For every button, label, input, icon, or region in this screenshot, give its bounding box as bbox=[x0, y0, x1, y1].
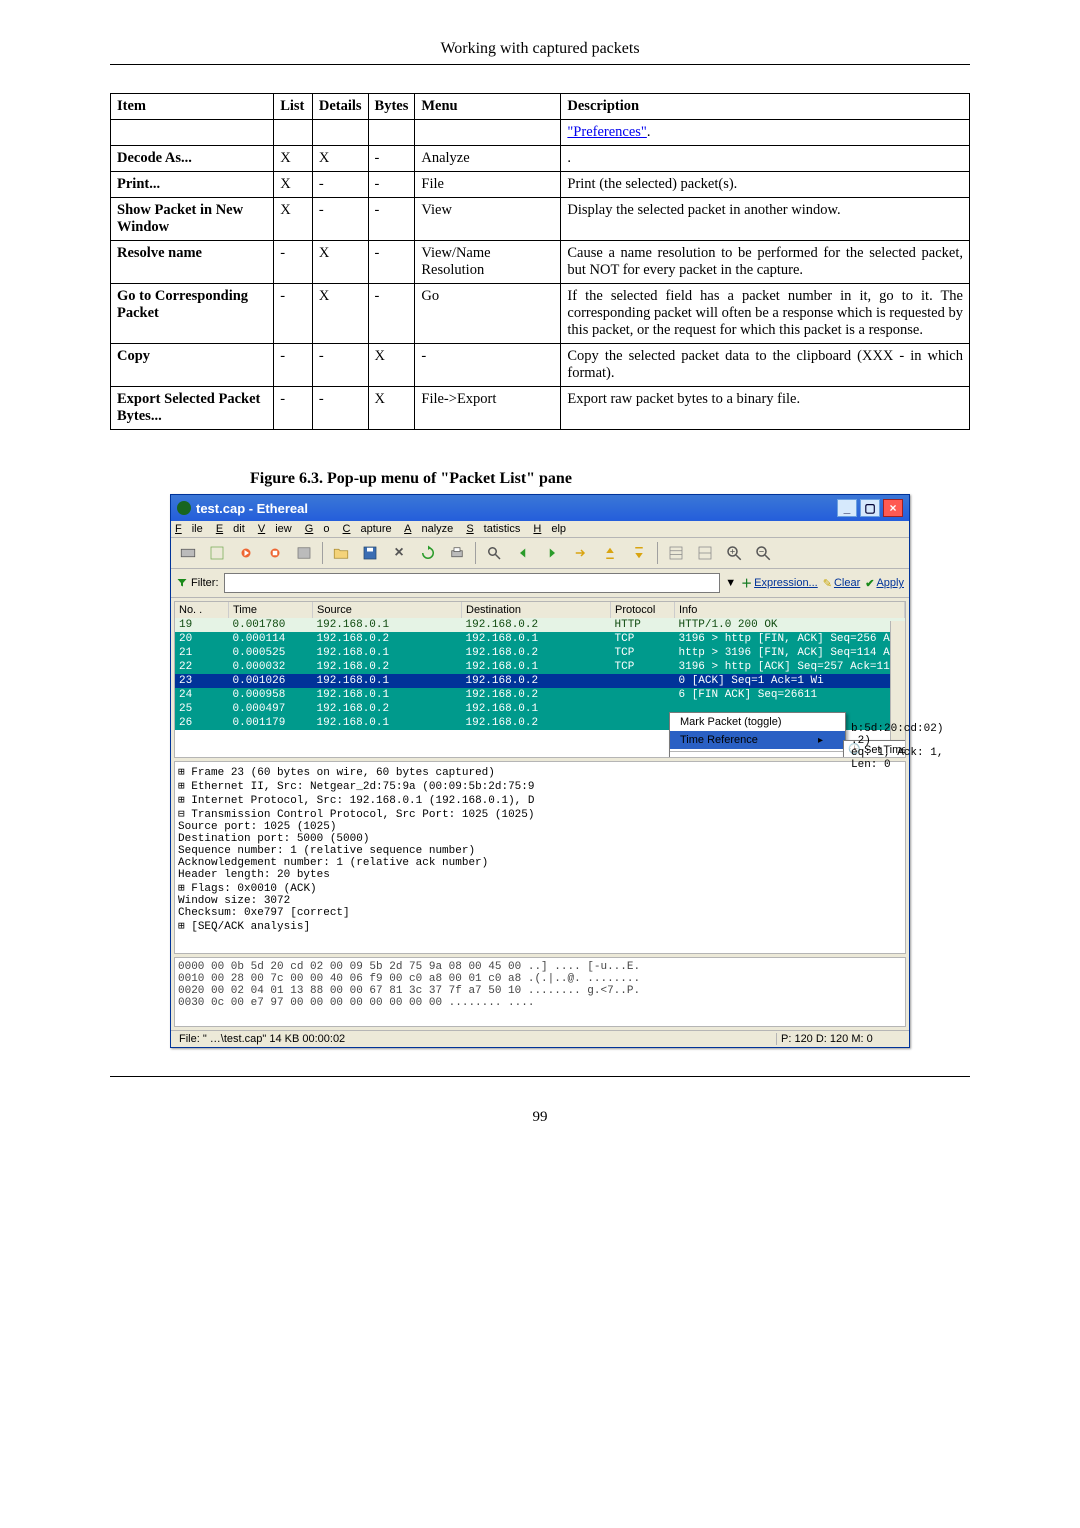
start-icon[interactable] bbox=[233, 541, 259, 565]
table-row: Resolve name - X - View/Name Resolution … bbox=[111, 241, 970, 284]
stop-icon[interactable] bbox=[262, 541, 288, 565]
filter-bar: Filter: ▼ ＋Expression... ✎Clear ✔Apply bbox=[171, 569, 909, 598]
packet-list[interactable]: No. . Time Source Destination Protocol I… bbox=[174, 601, 906, 758]
zoom-out-icon[interactable] bbox=[750, 541, 776, 565]
header-rule bbox=[110, 64, 970, 65]
app-icon bbox=[177, 501, 191, 515]
col-item: Item bbox=[117, 98, 146, 114]
expression-button[interactable]: ＋Expression... bbox=[741, 575, 818, 591]
context-menu-item[interactable]: Mark Packet (toggle) bbox=[670, 713, 845, 731]
zoom-in-icon[interactable] bbox=[721, 541, 747, 565]
menu-analyze[interactable]: Analyze bbox=[404, 523, 453, 535]
close-icon[interactable]: × bbox=[386, 541, 412, 565]
menu-statistics[interactable]: Statistics bbox=[466, 523, 520, 535]
options-icon[interactable] bbox=[204, 541, 230, 565]
restart-icon[interactable] bbox=[291, 541, 317, 565]
col-bytes: Bytes bbox=[375, 98, 409, 114]
col-description: Description bbox=[567, 98, 639, 114]
titlebar[interactable]: test.cap - Ethereal _ ▢ × bbox=[171, 495, 909, 521]
figure-caption: Figure 6.3. Pop-up menu of "Packet List"… bbox=[250, 470, 970, 488]
reload-icon[interactable] bbox=[415, 541, 441, 565]
print-icon[interactable] bbox=[444, 541, 470, 565]
menubar[interactable]: File Edit View Go Capture Analyze Statis… bbox=[171, 521, 909, 538]
autoscroll-icon[interactable] bbox=[692, 541, 718, 565]
table-row: Decode As... X X - Analyze . bbox=[111, 146, 970, 172]
menu-edit[interactable]: Edit bbox=[216, 523, 245, 535]
item-decode-as: Decode As... bbox=[117, 150, 192, 166]
ethereal-window: test.cap - Ethereal _ ▢ × File Edit View… bbox=[170, 494, 910, 1048]
page-number: 99 bbox=[110, 1109, 970, 1126]
window-title: test.cap - Ethereal bbox=[196, 501, 308, 516]
maximize-button[interactable]: ▢ bbox=[860, 499, 880, 517]
item-show-packet: Show Packet in New Window bbox=[117, 202, 243, 235]
toolbar: × bbox=[171, 538, 909, 569]
menu-capture[interactable]: Capture bbox=[343, 523, 392, 535]
item-resolve-name: Resolve name bbox=[117, 245, 202, 261]
packet-row[interactable]: 190.001780192.168.0.1192.168.0.2HTTPHTTP… bbox=[175, 618, 905, 632]
item-print: Print... bbox=[117, 176, 160, 192]
open-icon[interactable] bbox=[328, 541, 354, 565]
item-copy: Copy bbox=[117, 348, 150, 364]
table-row: Copy - - X - Copy the selected packet da… bbox=[111, 344, 970, 387]
goto-icon[interactable] bbox=[568, 541, 594, 565]
col-menu: Menu bbox=[421, 98, 457, 114]
apply-button[interactable]: ✔Apply bbox=[865, 577, 904, 590]
clear-button[interactable]: ✎Clear bbox=[823, 577, 861, 590]
find-icon[interactable] bbox=[481, 541, 507, 565]
context-menu-item[interactable]: Apply as Filter bbox=[670, 754, 845, 758]
table-row: Print... X - - File Print (the selected)… bbox=[111, 172, 970, 198]
packet-row[interactable]: 240.000958192.168.0.1192.168.0.26 [FIN A… bbox=[175, 688, 905, 702]
menu-go[interactable]: Go bbox=[305, 523, 330, 535]
menu-view[interactable]: View bbox=[258, 523, 292, 535]
filter-label[interactable]: Filter: bbox=[176, 577, 219, 589]
preferences-link[interactable]: "Preferences" bbox=[567, 124, 646, 140]
col-list: List bbox=[280, 98, 304, 114]
detail-fragment: b:5d:20:cd:02).2)eq: 1, Ack: 1, Len: 0 bbox=[851, 723, 943, 771]
packet-list-header[interactable]: No. . Time Source Destination Protocol I… bbox=[175, 602, 905, 618]
status-bar: File: " …\test.cap" 14 KB 00:00:02 P: 12… bbox=[171, 1030, 909, 1047]
gofirst-icon[interactable] bbox=[597, 541, 623, 565]
item-go-corresponding: Go to Corresponding Packet bbox=[117, 288, 248, 321]
table-row: "Preferences". bbox=[111, 120, 970, 146]
status-right: P: 120 D: 120 M: 0 bbox=[777, 1033, 905, 1045]
golast-icon[interactable] bbox=[626, 541, 652, 565]
context-menu-item[interactable]: Time Reference bbox=[670, 731, 845, 749]
table-header-row: Item List Details Bytes Menu Description bbox=[111, 94, 970, 120]
filter-input[interactable] bbox=[224, 573, 721, 593]
packet-bytes[interactable]: 0000 00 0b 5d 20 cd 02 00 09 5b 2d 75 9a… bbox=[174, 957, 906, 1027]
packet-row[interactable]: 200.000114192.168.0.2192.168.0.1TCP3196 … bbox=[175, 632, 905, 646]
table-row: Go to Corresponding Packet - X - Go If t… bbox=[111, 284, 970, 344]
colorize-icon[interactable] bbox=[663, 541, 689, 565]
table-row: Show Packet in New Window X - - View Dis… bbox=[111, 198, 970, 241]
packet-row[interactable]: 210.000525192.168.0.1192.168.0.2TCPhttp … bbox=[175, 646, 905, 660]
packet-row[interactable]: 220.000032192.168.0.2192.168.0.1TCP3196 … bbox=[175, 660, 905, 674]
menu-items-table: Item List Details Bytes Menu Description… bbox=[110, 93, 970, 430]
interfaces-icon[interactable] bbox=[175, 541, 201, 565]
menu-file[interactable]: File bbox=[175, 523, 203, 535]
packet-details[interactable]: ⊞ Frame 23 (60 bytes on wire, 60 bytes c… bbox=[174, 761, 906, 954]
minimize-button[interactable]: _ bbox=[837, 499, 857, 517]
status-left: File: " …\test.cap" 14 KB 00:00:02 bbox=[175, 1033, 777, 1045]
back-icon[interactable] bbox=[510, 541, 536, 565]
page-header: Working with captured packets bbox=[110, 40, 970, 58]
save-icon[interactable] bbox=[357, 541, 383, 565]
close-button[interactable]: × bbox=[883, 499, 903, 517]
packet-row[interactable]: 230.001026192.168.0.1192.168.0.20 [ACK] … bbox=[175, 674, 905, 688]
forward-icon[interactable] bbox=[539, 541, 565, 565]
context-menu[interactable]: Mark Packet (toggle)Time Reference Apply … bbox=[669, 712, 846, 758]
item-export-bytes: Export Selected Packet Bytes... bbox=[117, 391, 260, 424]
menu-help[interactable]: Help bbox=[533, 523, 566, 535]
col-details: Details bbox=[319, 98, 362, 114]
table-row: Export Selected Packet Bytes... - - X Fi… bbox=[111, 387, 970, 430]
footer-rule bbox=[110, 1076, 970, 1077]
